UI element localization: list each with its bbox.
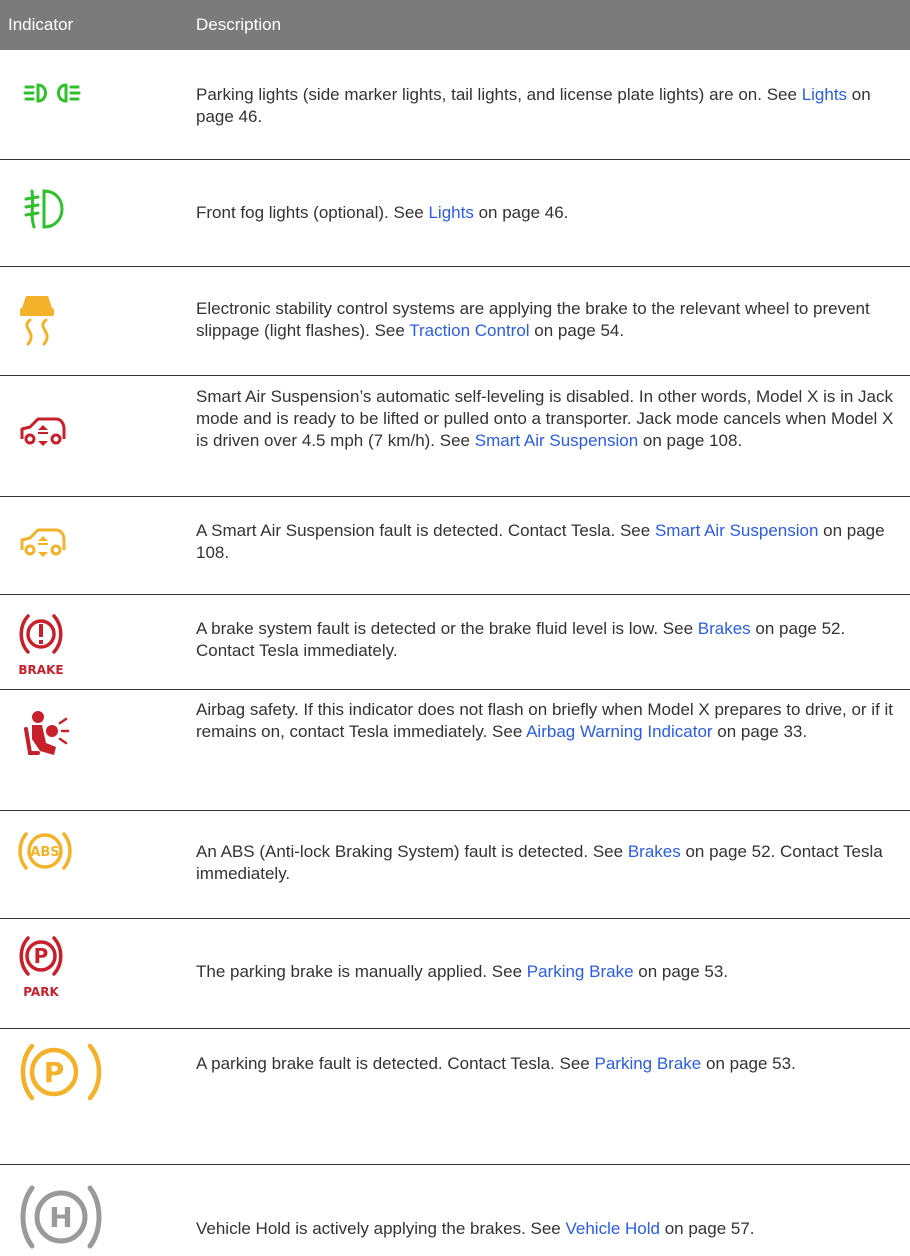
front-fog-lights-icon [18, 187, 108, 231]
link-brakes[interactable]: Brakes [698, 619, 751, 638]
parking-brake-fault-icon: P [18, 1038, 108, 1106]
link-parking-brake[interactable]: Parking Brake [527, 962, 634, 981]
link-lights[interactable]: Lights [802, 85, 847, 104]
suspension-fault-icon [18, 522, 108, 562]
row-description: Smart Air Suspension’s automatic self-le… [196, 387, 894, 450]
svg-text:H: H [49, 1201, 72, 1234]
link-airbag-warning-indicator[interactable]: Airbag Warning Indicator [526, 722, 712, 741]
row-description: A brake system fault is detected or the … [196, 619, 846, 660]
row-description: A parking brake fault is detected. Conta… [196, 1054, 796, 1073]
link-lights[interactable]: Lights [428, 203, 473, 222]
table-row: Smart Air Suspension’s automatic self-le… [0, 375, 910, 497]
link-vehicle-hold[interactable]: Vehicle Hold [565, 1219, 660, 1238]
svg-text:PARK: PARK [23, 985, 59, 999]
row-description: Airbag safety. If this indicator does no… [196, 700, 894, 741]
table-row: ABS An ABS (Anti-lock Braking System) fa… [0, 810, 910, 919]
airbag-icon [18, 709, 108, 765]
svg-text:P: P [44, 1056, 65, 1089]
parking-lights-icon [18, 79, 108, 109]
link-smart-air-suspension[interactable]: Smart Air Suspension [655, 521, 818, 540]
brake-fault-icon: BRAKE [18, 606, 108, 678]
link-traction-control[interactable]: Traction Control [409, 321, 529, 340]
jack-mode-icon [18, 411, 108, 451]
link-brakes[interactable]: Brakes [628, 842, 681, 861]
link-parking-brake[interactable]: Parking Brake [594, 1054, 701, 1073]
description-column-header: Description [196, 15, 282, 34]
vehicle-hold-icon: H [18, 1174, 108, 1256]
stability-control-icon [18, 290, 108, 350]
row-description: An ABS (Anti-lock Braking System) fault … [196, 842, 883, 883]
table-row: H Vehicle Hold is actively applying the … [0, 1164, 910, 1256]
table-row: P PARK The parking brake is manually app… [0, 918, 910, 1029]
row-description: The parking brake is manually applied. S… [196, 962, 729, 981]
link-smart-air-suspension[interactable]: Smart Air Suspension [475, 431, 638, 450]
table-row: Front fog lights (optional). See Lights … [0, 159, 910, 267]
row-description: Vehicle Hold is actively applying the br… [196, 1219, 755, 1238]
table-row: Parking lights (side marker lights, tail… [0, 50, 910, 160]
table-row: P A parking brake fault is detected. Con… [0, 1028, 910, 1165]
row-description: Parking lights (side marker lights, tail… [196, 85, 871, 126]
table-row: BRAKE A brake system fault is detected o… [0, 594, 910, 690]
svg-text:BRAKE: BRAKE [18, 663, 63, 677]
table-row: Airbag safety. If this indicator does no… [0, 689, 910, 811]
row-description: Front fog lights (optional). See Lights … [196, 203, 569, 222]
indicator-column-header: Indicator [8, 15, 74, 34]
row-description: A Smart Air Suspension fault is detected… [196, 521, 885, 562]
row-description: Electronic stability control systems are… [196, 299, 870, 340]
abs-fault-icon: ABS [18, 828, 108, 872]
table-header: Indicator Description [0, 0, 910, 50]
parking-brake-icon: P PARK [18, 928, 108, 1006]
table-row: A Smart Air Suspension fault is detected… [0, 496, 910, 595]
svg-text:ABS: ABS [30, 845, 59, 860]
svg-text:P: P [34, 944, 49, 968]
table-row: Electronic stability control systems are… [0, 266, 910, 376]
